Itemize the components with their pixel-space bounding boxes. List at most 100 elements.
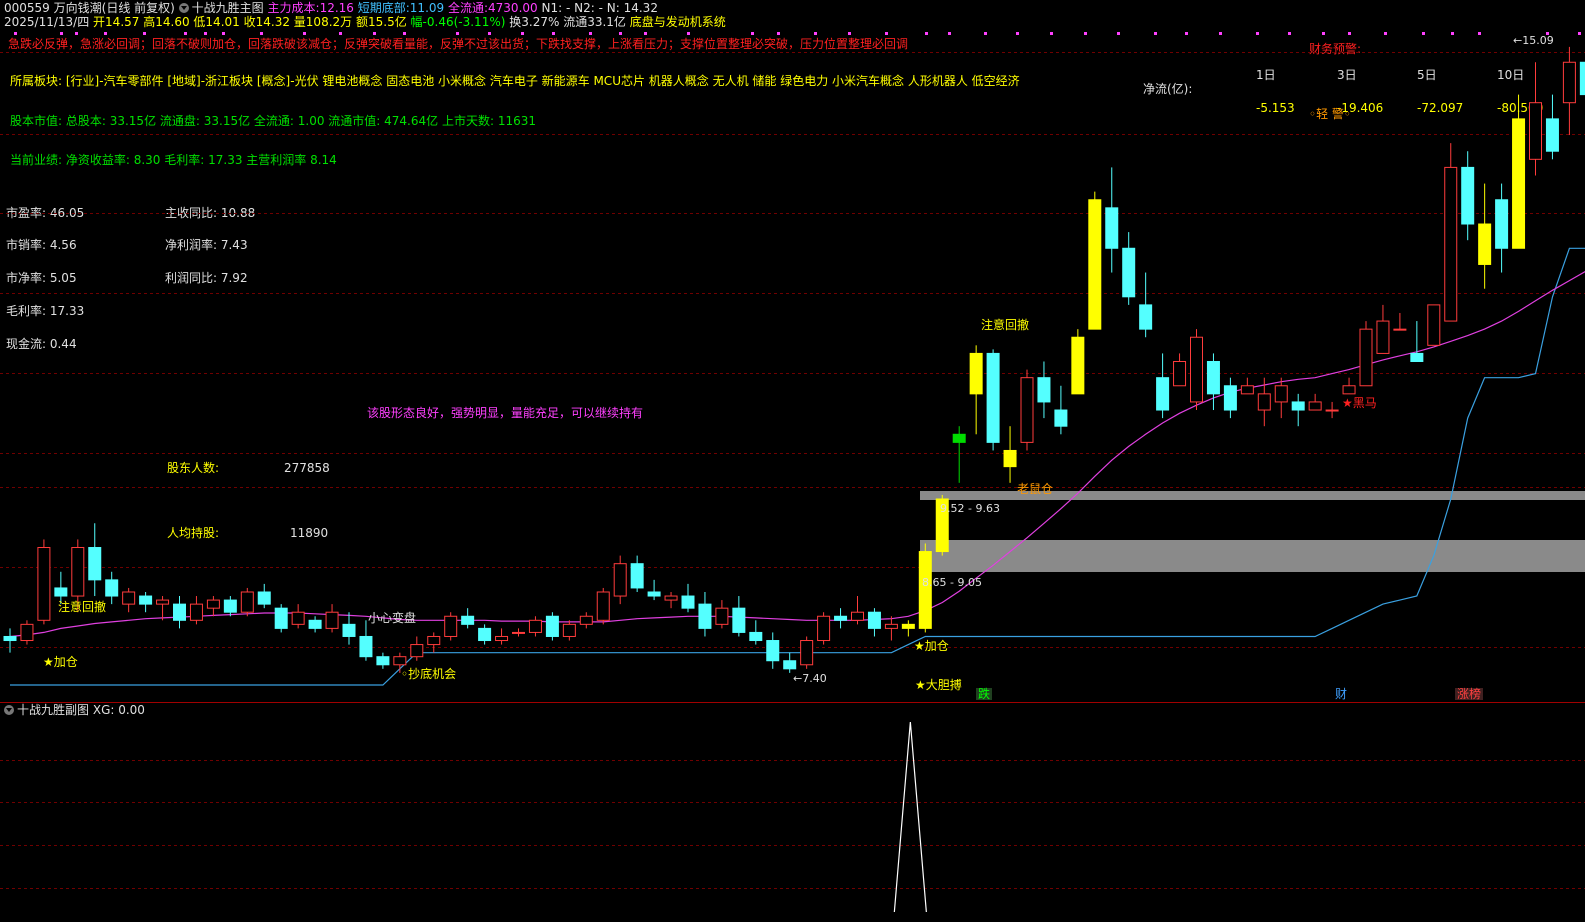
- candle-body-65: [1105, 207, 1119, 249]
- sub-chart-name[interactable]: 十战九胜副图: [17, 703, 89, 717]
- candle-body-33: [562, 623, 576, 637]
- candle-body-47: [800, 640, 814, 666]
- candle-body-11: [189, 603, 203, 621]
- signal-dot-19: [644, 32, 647, 35]
- signal-dot-27: [948, 32, 951, 35]
- candle-body-35: [596, 591, 610, 621]
- candle-body-26: [444, 615, 458, 637]
- candle-body-50: [851, 611, 864, 621]
- signal-dot-28: [984, 32, 987, 35]
- label-high-price: ←15.09: [1513, 34, 1554, 47]
- candle-body-92: [1562, 61, 1576, 104]
- signal-dot-41: [1422, 32, 1425, 35]
- label-attention-left: 注意回撤: [58, 600, 107, 614]
- signal-dot-34: [1185, 32, 1188, 35]
- signal-dot-2: [75, 32, 78, 35]
- candle-body-54: [918, 551, 932, 629]
- signal-dot-22: [777, 32, 780, 35]
- candlestick-chart[interactable]: [0, 0, 1585, 922]
- candle-body-24: [410, 644, 424, 658]
- signal-dot-30: [1050, 32, 1053, 35]
- candle-body-61: [1037, 377, 1051, 403]
- signal-dot-43: [1478, 32, 1481, 35]
- signal-dot-39: [1348, 32, 1351, 35]
- candle-body-14: [240, 591, 254, 613]
- signal-dot-35: [1219, 32, 1222, 35]
- label-dark-horse: ★黑马: [1342, 396, 1377, 410]
- candle-body-58: [986, 352, 1000, 443]
- candle-body-89: [1512, 118, 1526, 249]
- candle-body-21: [359, 635, 373, 658]
- ma-line: [9, 270, 1585, 638]
- signal-dot-9: [303, 32, 306, 35]
- signal-dot-38: [1322, 32, 1325, 35]
- sub-chart-header: 十战九胜副图 XG: 0.00: [4, 704, 145, 716]
- tag-limit-list: 涨榜: [1455, 687, 1484, 701]
- candle-body-72: [1223, 385, 1237, 411]
- signal-dot-33: [1154, 32, 1157, 35]
- candle-body-31: [528, 619, 542, 633]
- candle-body-9: [156, 599, 170, 605]
- candle-body-1: [20, 623, 34, 642]
- candle-body-45: [766, 640, 780, 662]
- candle-body-70: [1190, 336, 1203, 403]
- candle-body-60: [1020, 377, 1034, 443]
- signal-dot-10: [339, 32, 342, 35]
- candle-body-64: [1088, 199, 1102, 330]
- candle-body-29: [495, 635, 509, 642]
- signal-dot-15: [521, 32, 524, 35]
- signal-dot-5: [184, 32, 187, 35]
- candle-body-41: [698, 603, 712, 629]
- signal-dot-36: [1256, 32, 1259, 35]
- candle-body-16: [274, 607, 288, 629]
- signal-dot-45: [1578, 32, 1581, 35]
- candle-body-5: [88, 547, 102, 581]
- candle-body-19: [325, 611, 339, 629]
- candle-body-84: [1427, 304, 1441, 346]
- candle-body-8: [139, 595, 153, 605]
- candle-body-20: [342, 623, 356, 637]
- signal-dot-7: [222, 32, 225, 35]
- sub-dropdown-icon[interactable]: [4, 705, 14, 715]
- candle-body-78: [1325, 409, 1339, 412]
- candle-body-69: [1173, 361, 1187, 387]
- candle-body-2: [37, 547, 51, 621]
- candle-body-53: [901, 623, 915, 629]
- label-add-left: ★加仓: [43, 655, 78, 669]
- candle-body-83: [1410, 352, 1424, 363]
- candle-body-28: [478, 627, 492, 642]
- signal-dot-12: [403, 32, 406, 35]
- candle-body-82: [1393, 328, 1407, 331]
- signal-dot-3: [104, 32, 107, 35]
- candle-body-57: [969, 352, 983, 395]
- sub-chart-xg: XG: 0.00: [92, 703, 145, 717]
- candle-body-7: [122, 591, 136, 605]
- candle-body-30: [512, 631, 525, 634]
- candle-body-46: [783, 660, 797, 670]
- candle-body-44: [749, 631, 763, 642]
- candle-body-23: [393, 656, 407, 666]
- signal-dot-23: [814, 32, 817, 35]
- candle-body-49: [834, 615, 848, 621]
- candle-body-36: [613, 563, 627, 597]
- signal-dot-6: [204, 32, 207, 35]
- candle-body-15: [257, 591, 271, 605]
- signal-dot-25: [885, 32, 888, 35]
- signal-dot-40: [1384, 32, 1387, 35]
- signal-dot-42: [1451, 32, 1454, 35]
- signal-dot-11: [373, 32, 376, 35]
- candle-body-32: [545, 615, 559, 637]
- candle-body-51: [867, 611, 881, 629]
- signal-dot-0: [14, 32, 17, 35]
- candle-body-77: [1308, 401, 1322, 411]
- signal-dot-21: [751, 32, 754, 35]
- candle-body-13: [223, 599, 237, 613]
- candle-body-4: [71, 547, 85, 597]
- label-low-price: ←7.40: [793, 672, 827, 685]
- label-bottom-chance: ◦抄底机会: [401, 667, 457, 681]
- signal-dot-16: [552, 32, 555, 35]
- candle-body-27: [461, 615, 475, 625]
- support-zone-2: [920, 540, 1585, 572]
- candle-body-0: [3, 635, 17, 642]
- signal-dot-1: [60, 32, 63, 35]
